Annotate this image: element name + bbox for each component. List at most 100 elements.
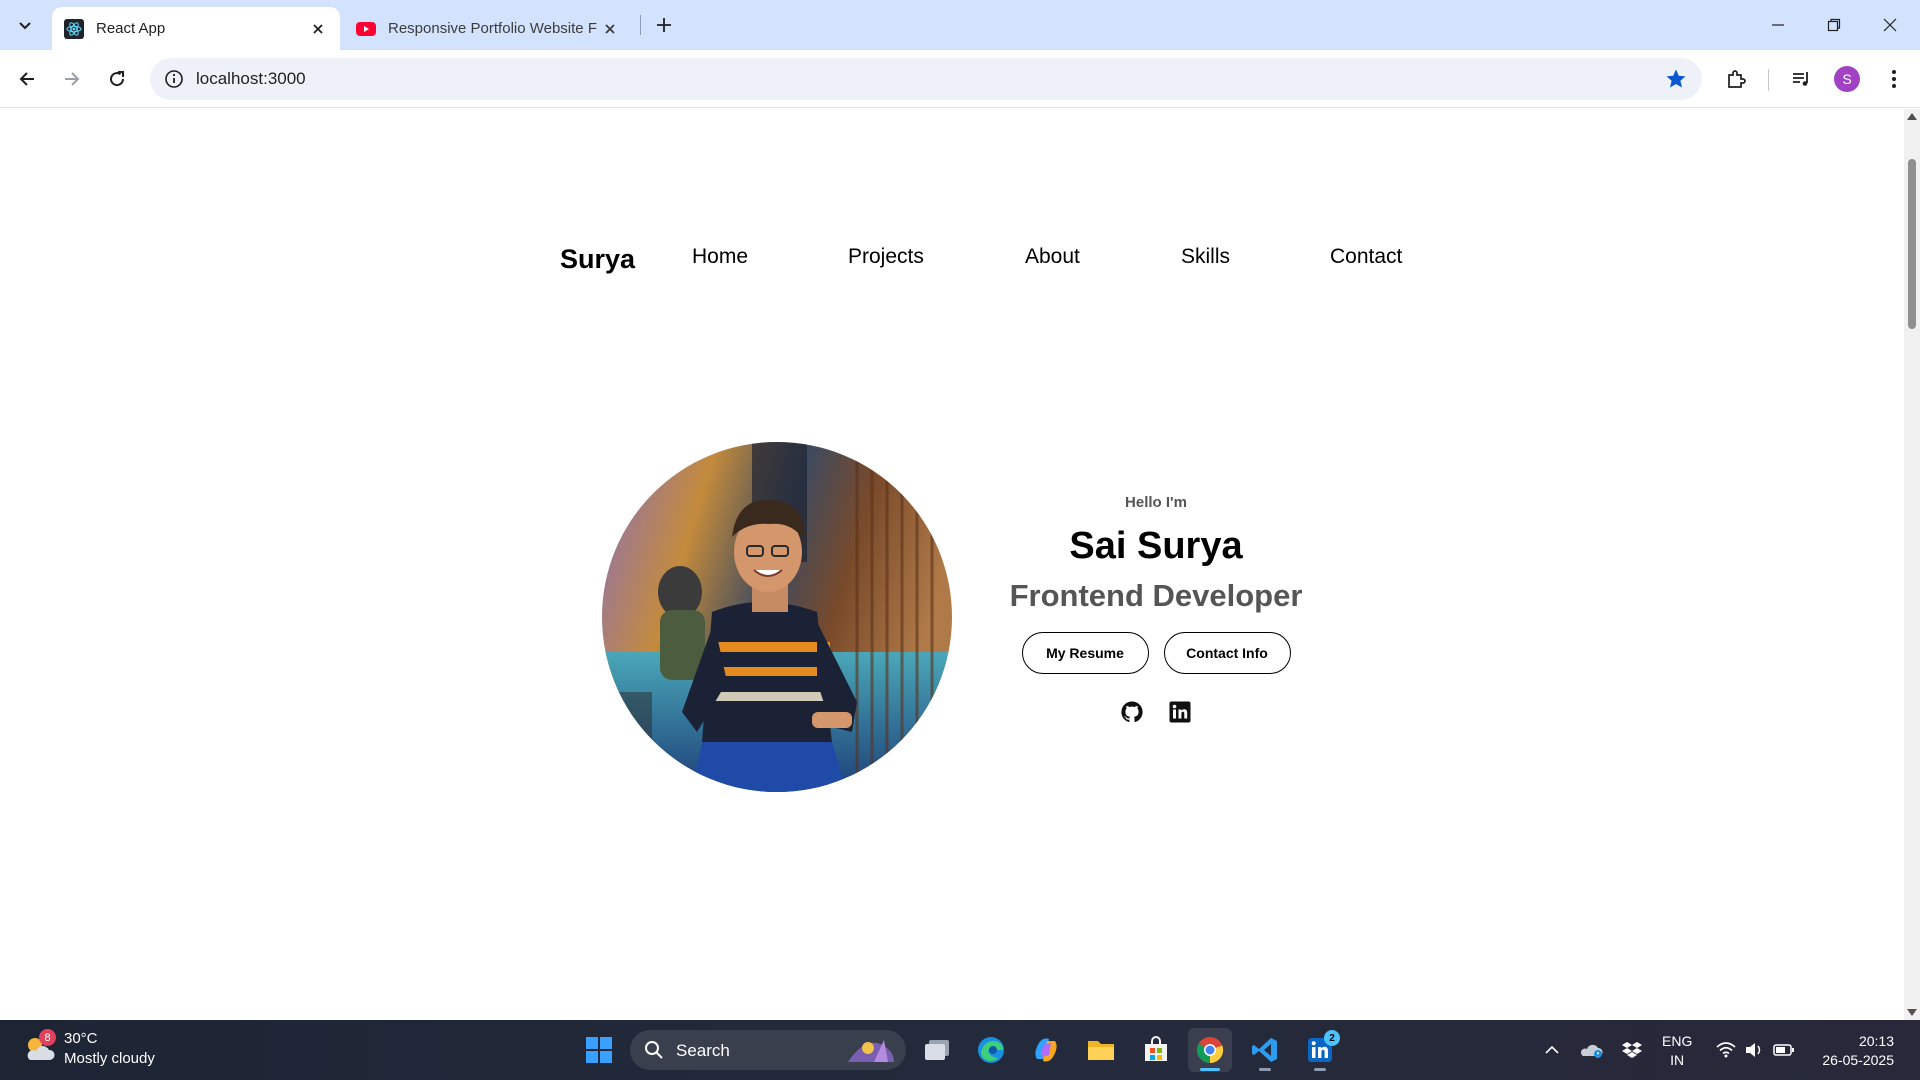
site-info-icon[interactable] bbox=[164, 69, 184, 89]
hero-name: Sai Surya bbox=[1069, 525, 1243, 567]
search-label: Search bbox=[676, 1041, 730, 1060]
scroll-down-arrow-icon[interactable] bbox=[1907, 1009, 1917, 1016]
media-controls-button[interactable] bbox=[1787, 65, 1815, 93]
scrollbar-thumb[interactable] bbox=[1908, 159, 1916, 329]
battery-icon bbox=[1773, 1044, 1794, 1056]
browser-tab-strip: React App Responsive Portfolio Website F… bbox=[0, 0, 1920, 50]
battery-tray-button[interactable] bbox=[1772, 1038, 1796, 1062]
onedrive-tray-button[interactable] bbox=[1580, 1038, 1604, 1062]
page-viewport: Surya Home Projects About Skills Contact bbox=[0, 109, 1904, 1020]
windows-logo-icon bbox=[586, 1037, 612, 1063]
show-hidden-icons-button[interactable] bbox=[1540, 1038, 1564, 1062]
windows-taskbar: 8 30°C Mostly cloudy Search 2 ENG IN 20:… bbox=[0, 1020, 1920, 1080]
edge-icon bbox=[978, 1037, 1004, 1063]
minimize-button[interactable] bbox=[1750, 0, 1806, 50]
running-indicator bbox=[1314, 1068, 1326, 1071]
weather-temp: 30°C bbox=[64, 1030, 98, 1047]
social-links bbox=[1000, 700, 1312, 724]
clock-date: 26-05-2025 bbox=[1822, 1052, 1894, 1068]
vscode-button[interactable] bbox=[1243, 1028, 1287, 1072]
hero-role: Frontend Developer bbox=[1009, 578, 1303, 613]
react-icon bbox=[64, 18, 84, 39]
tab-youtube-portfolio[interactable]: Responsive Portfolio Website Fr bbox=[344, 7, 632, 50]
active-app-indicator bbox=[1200, 1068, 1220, 1071]
restore-button[interactable] bbox=[1806, 0, 1862, 50]
file-explorer-button[interactable] bbox=[1079, 1028, 1123, 1072]
tab-react-app[interactable]: React App bbox=[52, 7, 340, 50]
hero-intro: Hello I'm Sai Surya Frontend Developer M… bbox=[1000, 494, 1312, 724]
reload-button[interactable] bbox=[101, 63, 133, 95]
taskbar-search[interactable]: Search bbox=[630, 1030, 906, 1070]
puzzle-icon bbox=[1728, 70, 1746, 88]
microsoft-store-button[interactable] bbox=[1134, 1028, 1178, 1072]
dropbox-icon bbox=[1622, 1042, 1642, 1058]
running-indicator bbox=[1259, 1068, 1271, 1071]
hero-greeting: Hello I'm bbox=[1125, 494, 1187, 511]
browser-menu-button[interactable] bbox=[1880, 65, 1908, 93]
browser-toolbar: localhost:3000 bbox=[0, 50, 1920, 108]
contact-info-button[interactable]: Contact Info bbox=[1163, 632, 1291, 674]
chevron-down-icon bbox=[19, 22, 31, 30]
linkedin-icon[interactable] bbox=[1168, 700, 1192, 724]
site-logo[interactable]: Surya bbox=[560, 244, 635, 275]
dropbox-tray-button[interactable] bbox=[1620, 1038, 1644, 1062]
nav-link-about[interactable]: About bbox=[1025, 245, 1080, 269]
chevron-up-icon bbox=[1545, 1045, 1559, 1054]
nav-link-home[interactable]: Home bbox=[692, 245, 748, 269]
restore-icon bbox=[1827, 18, 1841, 32]
close-tab-icon[interactable] bbox=[306, 17, 330, 41]
region-code: IN bbox=[1670, 1052, 1685, 1068]
scroll-up-arrow-icon[interactable] bbox=[1907, 113, 1917, 120]
page-scrollbar[interactable] bbox=[1904, 109, 1920, 1020]
tab-search-button[interactable] bbox=[10, 10, 40, 40]
copilot-button[interactable] bbox=[1024, 1028, 1068, 1072]
nav-link-projects[interactable]: Projects bbox=[848, 245, 924, 269]
system-clock[interactable]: 20:13 26-05-2025 bbox=[1806, 1032, 1894, 1070]
url-text[interactable]: localhost:3000 bbox=[196, 69, 306, 89]
search-highlight-icon bbox=[848, 1040, 894, 1062]
edge-button[interactable] bbox=[969, 1028, 1013, 1072]
address-bar[interactable]: localhost:3000 bbox=[150, 58, 1702, 100]
copilot-icon bbox=[1035, 1038, 1057, 1062]
chrome-icon bbox=[1196, 1037, 1224, 1064]
vscode-icon bbox=[1252, 1038, 1277, 1062]
more-vertical-icon bbox=[1892, 70, 1896, 88]
close-tab-icon[interactable] bbox=[598, 17, 622, 41]
nav-link-skills[interactable]: Skills bbox=[1181, 245, 1230, 269]
weather-alert-badge: 8 bbox=[39, 1029, 56, 1046]
minimize-icon bbox=[1772, 24, 1784, 26]
extensions-button[interactable] bbox=[1722, 65, 1750, 93]
toolbar-separator bbox=[1768, 69, 1769, 91]
back-button[interactable] bbox=[11, 63, 43, 95]
github-icon[interactable] bbox=[1120, 700, 1144, 724]
volume-tray-button[interactable] bbox=[1742, 1038, 1766, 1062]
nav-link-contact[interactable]: Contact bbox=[1330, 245, 1402, 269]
arrow-left-icon bbox=[19, 72, 34, 86]
store-icon bbox=[1145, 1036, 1167, 1061]
new-tab-button[interactable] bbox=[650, 11, 678, 39]
my-resume-button[interactable]: My Resume bbox=[1021, 632, 1149, 674]
reload-icon bbox=[110, 71, 125, 87]
bookmark-star-icon[interactable] bbox=[1664, 67, 1688, 91]
language-indicator[interactable]: ENG IN bbox=[1662, 1032, 1692, 1070]
linkedin-notification-badge: 2 bbox=[1324, 1030, 1340, 1046]
profile-avatar[interactable]: S bbox=[1834, 66, 1860, 92]
language-code: ENG bbox=[1662, 1033, 1693, 1049]
chrome-button[interactable] bbox=[1188, 1028, 1232, 1072]
tab-title: Responsive Portfolio Website Fr bbox=[388, 20, 598, 37]
tab-separator bbox=[640, 15, 641, 35]
media-queue-icon bbox=[1793, 72, 1808, 86]
wifi-tray-button[interactable] bbox=[1714, 1038, 1738, 1062]
search-icon bbox=[645, 1041, 663, 1059]
profile-photo bbox=[602, 442, 952, 792]
clock-time: 20:13 bbox=[1858, 1033, 1894, 1049]
close-window-button[interactable] bbox=[1862, 0, 1918, 50]
weather-condition: Mostly cloudy bbox=[64, 1050, 155, 1067]
forward-button[interactable] bbox=[56, 63, 88, 95]
task-view-button[interactable] bbox=[915, 1028, 959, 1072]
start-button[interactable] bbox=[577, 1028, 621, 1072]
onedrive-icon bbox=[1580, 1044, 1603, 1058]
folder-icon bbox=[1088, 1041, 1114, 1060]
wifi-icon bbox=[1716, 1042, 1736, 1058]
youtube-icon bbox=[356, 19, 376, 39]
